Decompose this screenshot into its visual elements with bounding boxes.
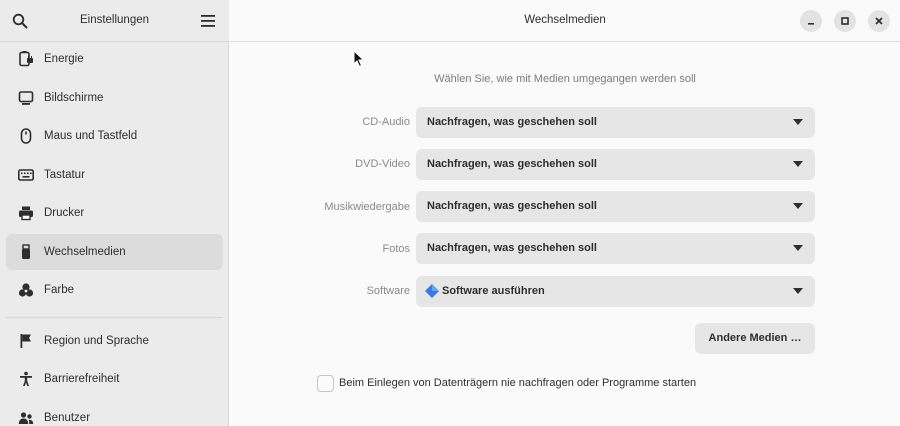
- maximize-button[interactable]: [834, 10, 856, 32]
- software-label: Software: [366, 285, 410, 297]
- sidebar: Einstellungen Energie Bildschirme Maus u…: [0, 0, 229, 426]
- sidebar-item-label: Bildschirme: [44, 92, 104, 104]
- dropdown-arrow-icon: [793, 119, 803, 125]
- media-subtitle: Wählen Sie, wie mit Medien umgegangen we…: [434, 73, 696, 85]
- mouse-pointer-icon: [353, 50, 365, 68]
- dropdown-arrow-icon: [793, 161, 803, 167]
- accessibility-icon: [18, 371, 34, 387]
- sidebar-header: Einstellungen: [0, 0, 229, 42]
- sidebar-item-farbe[interactable]: Farbe: [6, 272, 223, 308]
- sidebar-item-maus[interactable]: Maus und Tastfeld: [6, 118, 223, 154]
- hamburger-menu-icon: [201, 15, 215, 27]
- sidebar-item-benutzer[interactable]: Benutzer: [6, 400, 223, 426]
- usb-stick-icon: [18, 244, 34, 260]
- sidebar-item-label: Energie: [44, 53, 84, 65]
- sidebar-title: Einstellungen: [79, 14, 150, 26]
- dropdown-value: Nachfragen, was geschehen soll: [427, 242, 597, 254]
- cd-audio-label: CD-Audio: [362, 116, 410, 128]
- never-prompt-label: Beim Einlegen von Datenträgern nie nachf…: [339, 377, 697, 389]
- close-icon: [875, 17, 883, 25]
- sidebar-item-label: Wechselmedien: [44, 246, 126, 258]
- cd-audio-dropdown[interactable]: Nachfragen, was geschehen soll: [416, 107, 815, 138]
- sidebar-item-bildschirme[interactable]: Bildschirme: [6, 80, 223, 116]
- sidebar-item-label: Region und Sprache: [44, 335, 149, 347]
- keyboard-icon: [18, 167, 34, 183]
- sidebar-item-label: Farbe: [44, 284, 75, 296]
- sidebar-item-region[interactable]: Region und Sprache: [6, 323, 223, 359]
- musikwiedergabe-label: Musikwiedergabe: [324, 201, 410, 213]
- color-icon: [18, 282, 34, 298]
- software-diamond-icon: [425, 284, 439, 298]
- never-prompt-checkbox[interactable]: [317, 375, 334, 392]
- fotos-label: Fotos: [382, 243, 410, 255]
- close-button[interactable]: [868, 10, 890, 32]
- dropdown-arrow-icon: [793, 288, 803, 294]
- software-dropdown[interactable]: Software ausführen: [416, 276, 815, 307]
- dropdown-value: Nachfragen, was geschehen soll: [427, 158, 597, 170]
- mouse-icon: [18, 128, 34, 144]
- dropdown-arrow-icon: [793, 245, 803, 251]
- sidebar-separator: [6, 317, 223, 318]
- other-media-button[interactable]: Andere Medien …: [695, 323, 815, 354]
- dropdown-value: Nachfragen, was geschehen soll: [427, 200, 597, 212]
- dropdown-value: Nachfragen, was geschehen soll: [427, 116, 597, 128]
- battery-plug-icon: [18, 51, 34, 67]
- dropdown-value: Software ausführen: [442, 285, 545, 297]
- sidebar-item-energie[interactable]: Energie: [6, 41, 223, 77]
- users-icon: [18, 410, 34, 426]
- main-menu-button[interactable]: [196, 9, 220, 33]
- sidebar-item-barrierefreiheit[interactable]: Barrierefreiheit: [6, 361, 223, 397]
- printer-icon: [18, 205, 34, 221]
- fotos-dropdown[interactable]: Nachfragen, was geschehen soll: [416, 233, 815, 264]
- sidebar-item-wechselmedien[interactable]: Wechselmedien: [6, 234, 223, 270]
- dvd-video-label: DVD-Video: [355, 158, 410, 170]
- header-bar: Wechselmedien: [230, 0, 900, 42]
- sidebar-item-label: Maus und Tastfeld: [44, 130, 138, 142]
- sidebar-item-tastatur[interactable]: Tastatur: [6, 157, 223, 193]
- sidebar-item-drucker[interactable]: Drucker: [6, 195, 223, 231]
- flag-icon: [18, 333, 34, 349]
- settings-window: Einstellungen Energie Bildschirme Maus u…: [0, 0, 900, 426]
- sidebar-item-label: Tastatur: [44, 169, 85, 181]
- dvd-video-dropdown[interactable]: Nachfragen, was geschehen soll: [416, 149, 815, 180]
- sidebar-item-label: Benutzer: [44, 412, 91, 424]
- sidebar-item-label: Barrierefreiheit: [44, 373, 120, 385]
- maximize-icon: [841, 17, 849, 25]
- monitor-icon: [18, 90, 34, 106]
- minimize-icon: [808, 23, 814, 25]
- musikwiedergabe-dropdown[interactable]: Nachfragen, was geschehen soll: [416, 191, 815, 222]
- minimize-button[interactable]: [800, 10, 822, 32]
- dropdown-arrow-icon: [793, 203, 803, 209]
- sidebar-item-label: Drucker: [44, 207, 85, 219]
